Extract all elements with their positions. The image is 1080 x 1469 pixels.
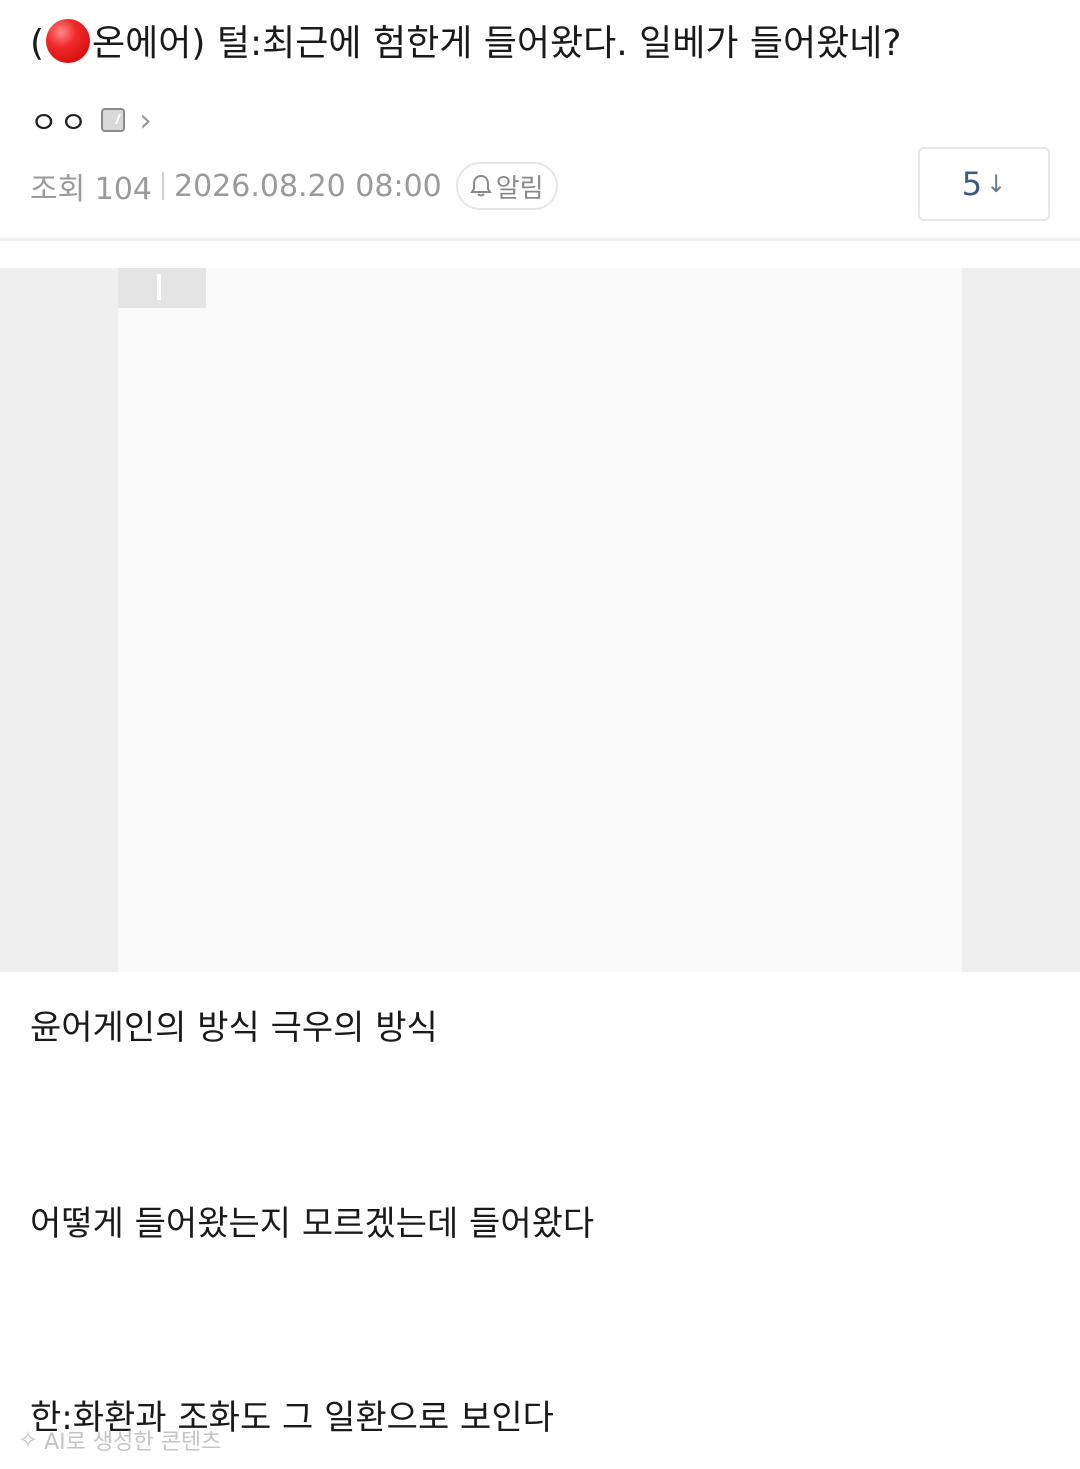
post-datetime: 2026.08.20 08:00 (174, 168, 442, 204)
red-circle-icon (46, 19, 91, 63)
alarm-button[interactable]: 알림 (455, 162, 558, 210)
post-title: ( 온에어) 털:최근에 험한게 들어왔다. 일베가 들어왔네? (30, 16, 1060, 72)
comment-count: 5 (961, 165, 983, 203)
watermark-text: AI로 생성한 콘텐츠 (44, 1430, 222, 1455)
image-left-margin (0, 268, 118, 972)
title-text: 온에어) 털:최근에 험한게 들어왔다. 일베가 들어왔네? (92, 23, 902, 64)
alarm-label: 알림 (495, 173, 544, 204)
image-corner-tag (118, 268, 206, 308)
header-divider (0, 238, 1080, 241)
comment-jump-button[interactable]: 5 ↓ (918, 147, 1050, 221)
body-line-1: 윤어게인의 방식 극우의 방식 (30, 1008, 438, 1048)
sparkle-icon: ✧ (18, 1426, 39, 1454)
chevron-right-icon[interactable]: › (139, 104, 152, 136)
meta-separator (162, 172, 164, 200)
body-line-2: 어떻게 들어왔는지 모르겠는데 들어왔다 (30, 1204, 595, 1244)
arrow-down-icon: ↓ (986, 170, 1007, 198)
image-content (118, 268, 962, 972)
title-open-paren: ( (30, 23, 45, 64)
post-meta: 조회 104 2026.08.20 08:00 알림 (30, 160, 558, 212)
view-count: 조회 104 (30, 172, 152, 207)
author-row[interactable]: ㅇㅇ › (30, 96, 152, 144)
bell-icon (469, 174, 492, 198)
post-image[interactable] (0, 268, 1080, 972)
level-badge-icon (101, 108, 126, 132)
ai-watermark: ✧ AI로 생성한 콘텐츠 (18, 1424, 221, 1456)
author-name[interactable]: ㅇㅇ (30, 98, 89, 142)
image-right-margin (962, 268, 1080, 972)
